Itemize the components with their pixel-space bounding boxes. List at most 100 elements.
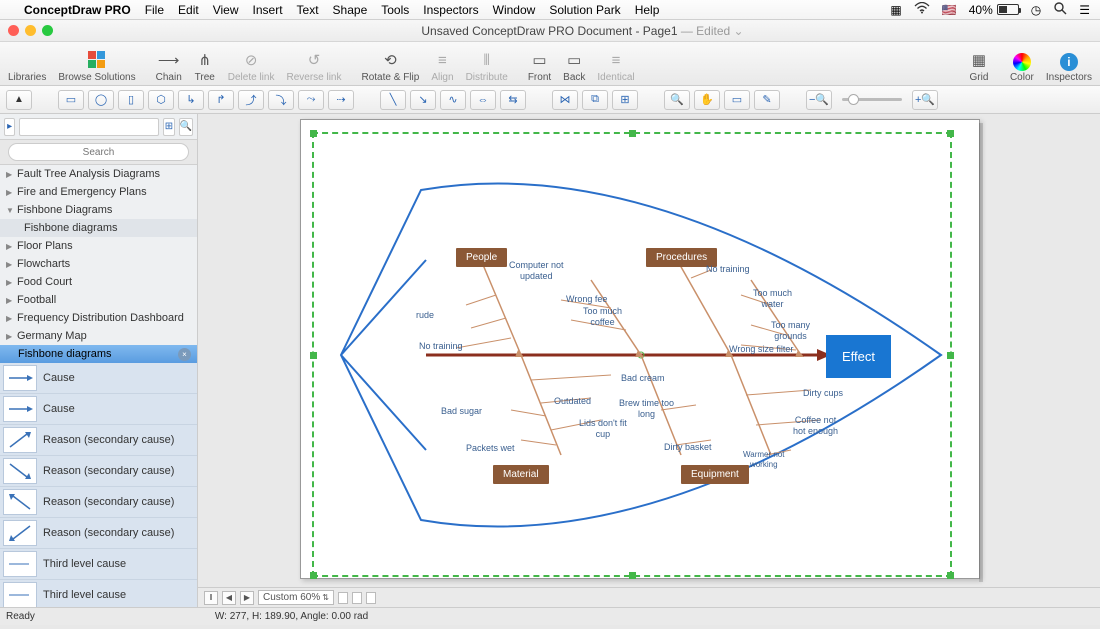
connector-tool-1[interactable]: ↳	[178, 90, 204, 110]
tree-item-germany[interactable]: ▶Germany Map	[0, 327, 197, 345]
page-thumb[interactable]	[338, 592, 348, 604]
page-thumb[interactable]	[352, 592, 362, 604]
shape-reason-1[interactable]: Reason (secondary cause)	[0, 425, 197, 456]
front-button[interactable]: ▭Front	[528, 49, 551, 83]
zoom-tool[interactable]: 🔍	[664, 90, 690, 110]
clock-icon[interactable]: ◷	[1031, 3, 1041, 17]
tree-item-fishbone-sub[interactable]: Fishbone diagrams	[0, 219, 197, 237]
shape-cause-2[interactable]: Cause	[0, 394, 197, 425]
connector-tool-3[interactable]: ⤴	[238, 90, 264, 110]
menu-shape[interactable]: Shape	[333, 3, 368, 17]
line-tool-3[interactable]: ∿	[440, 90, 466, 110]
cause-too-many-grounds[interactable]: Too many grounds	[771, 320, 810, 342]
tree-item-fault-tree[interactable]: ▶Fault Tree Analysis Diagrams	[0, 165, 197, 183]
menu-tools[interactable]: Tools	[381, 3, 409, 17]
tree-item-football[interactable]: ▶Football	[0, 291, 197, 309]
zoom-in-button[interactable]: +🔍	[912, 90, 938, 110]
ellipse-tool[interactable]: ◯	[88, 90, 114, 110]
shape-reason-4[interactable]: Reason (secondary cause)	[0, 518, 197, 549]
battery-status[interactable]: 40%	[969, 3, 1019, 17]
category-people[interactable]: People	[456, 248, 507, 267]
rect-tool[interactable]: ▭	[58, 90, 84, 110]
shape-tool-2[interactable]: ⬡	[148, 90, 174, 110]
tree-item-frequency[interactable]: ▶Frequency Distribution Dashboard	[0, 309, 197, 327]
network-tool-3[interactable]: ⊞	[612, 90, 638, 110]
connector-tool-4[interactable]: ⤵	[268, 90, 294, 110]
zoom-slider[interactable]	[842, 98, 902, 101]
page-prev-button[interactable]: ◀	[222, 591, 236, 605]
tray-icon[interactable]: ▦	[890, 3, 901, 17]
cause-computer[interactable]: Computer not updated	[509, 260, 564, 282]
cause-warmer[interactable]: Warmer not working	[743, 450, 785, 469]
page[interactable]: People Procedures Material Equipment Eff…	[300, 119, 980, 579]
menu-view[interactable]: View	[213, 3, 239, 17]
connector-tool-2[interactable]: ↱	[208, 90, 234, 110]
fishbone-diagram[interactable]: People Procedures Material Equipment Eff…	[311, 130, 951, 580]
cause-packets[interactable]: Packets wet	[466, 443, 515, 454]
line-tool-1[interactable]: ╲	[380, 90, 406, 110]
menu-help[interactable]: Help	[635, 3, 660, 17]
search-input[interactable]	[8, 143, 189, 161]
color-button[interactable]: Color	[1010, 53, 1034, 83]
shape-tool-1[interactable]: ▯	[118, 90, 144, 110]
menu-text[interactable]: Text	[297, 3, 319, 17]
cause-bad-sugar[interactable]: Bad sugar	[441, 406, 482, 417]
tree-item-fishbone[interactable]: ▼Fishbone Diagrams	[0, 201, 197, 219]
tree-item-floor[interactable]: ▶Floor Plans	[0, 237, 197, 255]
shape-cause-1[interactable]: Cause	[0, 363, 197, 394]
cause-too-much-water[interactable]: Too much water	[753, 288, 792, 310]
inspectors-button[interactable]: iInspectors	[1046, 53, 1092, 83]
cause-wrong-fee[interactable]: Wrong fee	[566, 294, 607, 305]
cause-brew-time[interactable]: Brew time too long	[619, 398, 674, 420]
app-name[interactable]: ConceptDraw PRO	[24, 3, 131, 17]
zoom-window-button[interactable]	[42, 25, 53, 36]
menu-file[interactable]: File	[145, 3, 164, 17]
page-pause-icon[interactable]: ‖	[204, 591, 218, 605]
hand-tool[interactable]: ✋	[694, 90, 720, 110]
network-tool-2[interactable]: ⧉	[582, 90, 608, 110]
cause-no-training-2[interactable]: No training	[706, 264, 750, 275]
close-window-button[interactable]	[8, 25, 19, 36]
menu-insert[interactable]: Insert	[253, 3, 283, 17]
effect-box[interactable]: Effect	[826, 335, 891, 378]
minimize-window-button[interactable]	[25, 25, 36, 36]
network-tool-1[interactable]: ⋈	[552, 90, 578, 110]
close-library-icon[interactable]: ×	[178, 348, 191, 361]
cause-dirty-cups[interactable]: Dirty cups	[803, 388, 843, 399]
line-tool-2[interactable]: ↘	[410, 90, 436, 110]
menu-icon[interactable]: ☰	[1079, 3, 1090, 17]
active-library-header[interactable]: Fishbone diagrams ×	[0, 345, 197, 363]
rotate-flip-button[interactable]: ⟲Rotate & Flip	[362, 49, 420, 83]
search-icon[interactable]: 🔍	[179, 118, 193, 136]
zoom-selector[interactable]: Custom 60%⇅	[258, 590, 334, 605]
wifi-icon[interactable]	[914, 2, 930, 17]
chain-button[interactable]: ⟶Chain	[156, 49, 182, 83]
menu-window[interactable]: Window	[493, 3, 536, 17]
connector-tool-5[interactable]: ⤳	[298, 90, 324, 110]
page-thumb[interactable]	[366, 592, 376, 604]
menu-inspectors[interactable]: Inspectors	[423, 3, 478, 17]
menu-edit[interactable]: Edit	[178, 3, 199, 17]
grid-button[interactable]: ▦Grid	[968, 49, 990, 83]
connector-tool-6[interactable]: ⇢	[328, 90, 354, 110]
line-tool-5[interactable]: ⇆	[500, 90, 526, 110]
cause-no-training-1[interactable]: No training	[419, 341, 463, 352]
library-filter-input[interactable]	[19, 118, 159, 136]
cause-outdated[interactable]: Outdated	[554, 396, 591, 407]
cause-bad-cream[interactable]: Bad cream	[621, 373, 665, 384]
tree-item-flowcharts[interactable]: ▶Flowcharts	[0, 255, 197, 273]
shape-third-1[interactable]: Third level cause	[0, 549, 197, 580]
shape-third-2[interactable]: Third level cause	[0, 580, 197, 607]
category-material[interactable]: Material	[493, 465, 549, 484]
tree-item-fire[interactable]: ▶Fire and Emergency Plans	[0, 183, 197, 201]
category-equipment[interactable]: Equipment	[681, 465, 749, 484]
cause-too-much-coffee[interactable]: Too much coffee	[583, 306, 622, 328]
preview-tool[interactable]: ▭	[724, 90, 750, 110]
pointer-tool[interactable]: ▲	[6, 90, 32, 110]
page-next-button[interactable]: ▶	[240, 591, 254, 605]
cause-wrong-filter[interactable]: Wrong size filter	[729, 344, 793, 355]
tree-item-food[interactable]: ▶Food Court	[0, 273, 197, 291]
libraries-button[interactable]: Libraries	[8, 49, 46, 83]
shape-reason-2[interactable]: Reason (secondary cause)	[0, 456, 197, 487]
spotlight-icon[interactable]	[1053, 1, 1067, 18]
